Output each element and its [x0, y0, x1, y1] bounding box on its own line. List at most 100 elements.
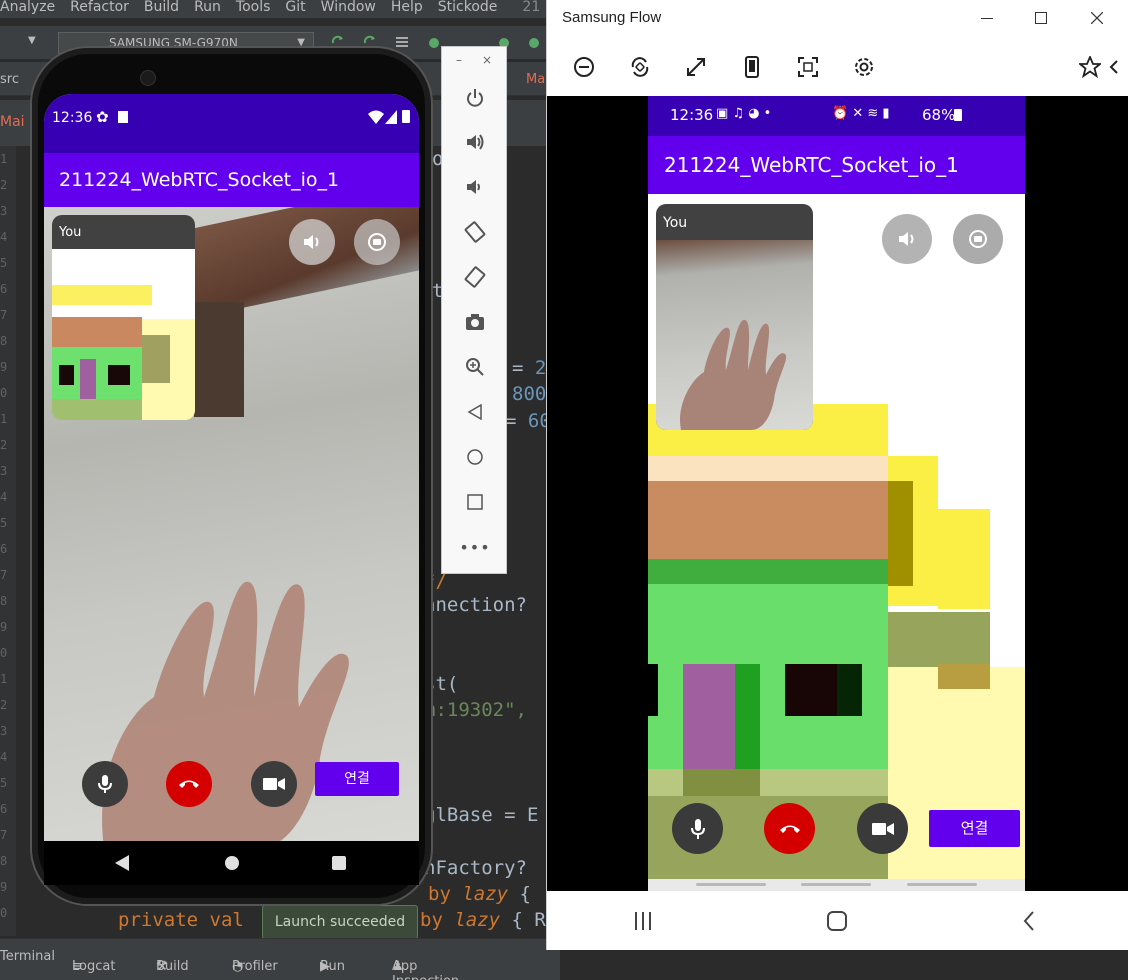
header-suffix: 21: [522, 0, 541, 15]
rotate-left-button[interactable]: [462, 219, 488, 245]
volume-down-button[interactable]: [462, 174, 488, 200]
switch-camera-icon: [368, 233, 386, 251]
power-icon: [467, 89, 483, 107]
nav-back-icon[interactable]: [115, 855, 129, 871]
collapse-toolbar-button[interactable]: [1101, 54, 1127, 80]
menu-tools[interactable]: Tools: [236, 0, 271, 18]
back-icon: [467, 404, 482, 420]
mirrored-remote-video: You 연결: [648, 194, 1025, 879]
zoom-button[interactable]: [462, 354, 488, 380]
rotate-right-button[interactable]: [462, 264, 488, 290]
power-button[interactable]: [462, 85, 488, 111]
line-number: 4: [0, 490, 8, 504]
local-video-pip[interactable]: You: [52, 215, 195, 420]
back-button[interactable]: [462, 399, 488, 425]
mirrored-speaker-button[interactable]: [882, 214, 932, 264]
overview-button[interactable]: [462, 489, 488, 515]
window-minimize-button[interactable]: [975, 6, 999, 30]
mirrored-status-time: 12:36: [670, 106, 714, 124]
home-icon[interactable]: [827, 911, 847, 931]
code-fragment: by lazy { R: [420, 909, 546, 931]
home-button[interactable]: [462, 444, 488, 470]
speaker-button[interactable]: [289, 219, 335, 265]
mirrored-local-video-pip[interactable]: You: [656, 204, 813, 430]
expand-button[interactable]: [683, 54, 709, 80]
menu-git[interactable]: Git: [285, 0, 305, 18]
line-number: 5: [0, 256, 8, 270]
line-number: 8: [0, 594, 8, 608]
hang-up-button[interactable]: [166, 761, 212, 807]
screenshot-button[interactable]: [462, 309, 488, 335]
minimize-icon[interactable]: –: [456, 53, 462, 67]
phone-view-button[interactable]: [739, 54, 765, 80]
close-icon[interactable]: ×: [482, 53, 492, 67]
zoom-out-button[interactable]: [571, 54, 597, 80]
recent-apps-icon[interactable]: [633, 912, 653, 930]
line-number: 7: [0, 308, 8, 322]
app-bar-title: 211224_WebRTC_Socket_io_1: [44, 153, 419, 207]
settings-button[interactable]: [851, 54, 877, 80]
connect-button[interactable]: 연결: [315, 762, 399, 796]
menu-refactor[interactable]: Refactor: [70, 0, 129, 18]
project-crumb[interactable]: src: [0, 72, 19, 87]
mirrored-hang-up-button[interactable]: [764, 803, 815, 854]
screen-capture-button[interactable]: [795, 54, 821, 80]
rotate-button[interactable]: [627, 54, 653, 80]
line-gutter: 1 2 3 4 5 6 7 8 9 0 1 2 3 4 5 6 7 8 9 0 …: [0, 146, 16, 936]
screen-capture-icon: [798, 57, 818, 77]
mirrored-connect-button[interactable]: 연결: [929, 810, 1020, 847]
menu-stickode[interactable]: Stickode: [438, 0, 498, 18]
mirrored-switch-camera-button[interactable]: [953, 214, 1003, 264]
code-fragment: nFactory?: [424, 857, 527, 879]
line-number: 0: [0, 646, 8, 660]
tab-terminal[interactable]: Terminal: [0, 949, 55, 964]
volume-up-button[interactable]: [462, 129, 488, 155]
mirrored-phone-screen[interactable]: 12:36 ▣ ♫ ◕ • ⏰ ✕ ≋ ▮ 68% 211224_WebRTC_…: [648, 96, 1025, 891]
chevron-left-icon: [1109, 60, 1118, 74]
line-number: 9: [0, 880, 8, 894]
list-icon[interactable]: [394, 34, 410, 50]
mirrored-pip-label: You: [663, 215, 688, 231]
nav-overview-icon[interactable]: [332, 856, 346, 870]
menu-analyze[interactable]: Analyze: [0, 0, 55, 18]
sim-icon: [118, 111, 128, 123]
mirrored-status-bar: 12:36 ▣ ♫ ◕ • ⏰ ✕ ≋ ▮ 68%: [648, 96, 1025, 136]
window-close-button[interactable]: [1085, 6, 1109, 30]
nav-home-icon[interactable]: [225, 856, 239, 870]
mirrored-mic-button[interactable]: [672, 803, 723, 854]
battery-icon: [954, 109, 962, 121]
mic-icon: [690, 818, 705, 839]
video-toggle-button[interactable]: [251, 761, 297, 807]
flow-toolbar: [547, 40, 1128, 96]
switch-camera-button[interactable]: [354, 219, 400, 265]
code-fragment: = 2: [512, 357, 547, 379]
menu-run[interactable]: Run: [194, 0, 221, 18]
menu-build[interactable]: Build: [144, 0, 179, 18]
line-number: 7: [0, 568, 8, 582]
rotate-icon: [631, 57, 649, 77]
menu-window[interactable]: Window: [321, 0, 376, 18]
favorite-button[interactable]: [1077, 54, 1103, 80]
more-button[interactable]: •••: [459, 534, 489, 560]
expand-icon: [687, 58, 705, 76]
line-number: 3: [0, 724, 8, 738]
line-number: 2: [0, 178, 8, 192]
window-maximize-button[interactable]: [1029, 6, 1053, 30]
debug-icon[interactable]: [426, 34, 442, 50]
line-number: 5: [0, 516, 8, 530]
mirrored-screen-area: 12:36 ▣ ♫ ◕ • ⏰ ✕ ≋ ▮ 68% 211224_WebRTC_…: [547, 96, 1128, 891]
mic-button[interactable]: [82, 761, 128, 807]
editor-tab-main-2[interactable]: Mai: [0, 114, 25, 130]
back-icon[interactable]: [1023, 911, 1035, 931]
editor-tab-main[interactable]: Ma: [526, 72, 545, 87]
line-number: 0: [0, 906, 8, 920]
profile-icon[interactable]: [526, 34, 542, 50]
line-number: 4: [0, 750, 8, 764]
emulator-screen: 12:36 ✿ 211224_WebRTC_Socket_io_1 You 연결: [44, 94, 419, 841]
line-number: 0: [0, 386, 8, 400]
overview-icon: [467, 494, 483, 510]
mirrored-video-toggle-button[interactable]: [857, 803, 908, 854]
dropdown-arrow-icon[interactable]: ▼: [28, 35, 36, 46]
menu-help[interactable]: Help: [391, 0, 423, 18]
phone-icon: [745, 56, 759, 78]
